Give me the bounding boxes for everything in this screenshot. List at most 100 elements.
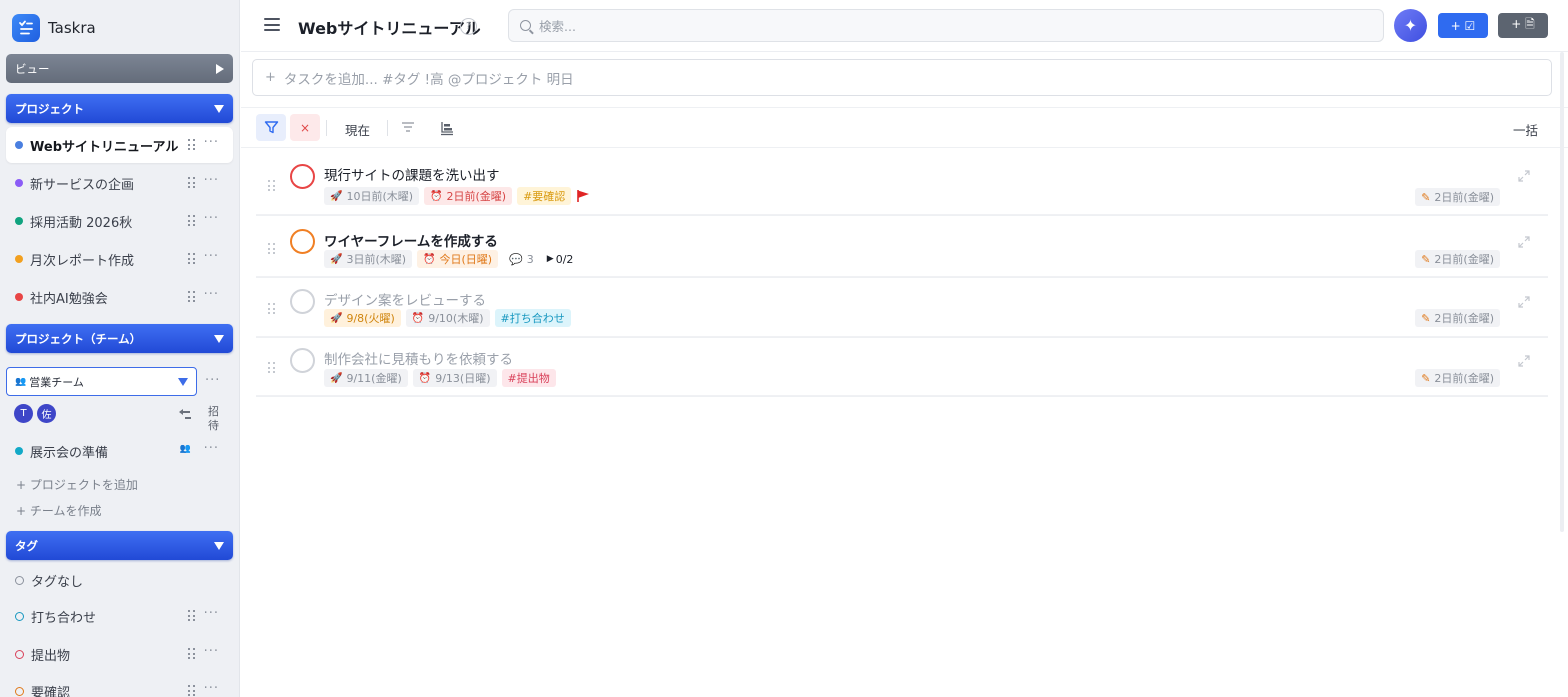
section-projects-label: プロジェクト <box>15 101 84 116</box>
section-view-toggle[interactable]: ビュー <box>6 54 233 83</box>
task-title[interactable]: ワイヤーフレームを作成する <box>324 230 498 250</box>
add-task-button[interactable]: + ☑ <box>1438 13 1488 38</box>
drag-handle-icon[interactable] <box>188 253 196 265</box>
quick-add-task-input[interactable]: + タスクを追加... #タグ !高 @プロジェクト 明日 <box>252 59 1552 96</box>
more-options-icon[interactable]: ··· <box>204 287 219 302</box>
toolbar-divider <box>326 120 327 136</box>
dropdown-chevron-icon <box>178 378 188 386</box>
avatar[interactable]: T <box>14 404 33 423</box>
drag-handle-icon[interactable] <box>188 215 196 227</box>
menu-icon[interactable] <box>264 18 280 31</box>
sidebar-project-label: 社内AI勉強会 <box>30 291 108 307</box>
bulk-edit-button[interactable]: 一括 <box>1513 120 1538 139</box>
section-team-projects-toggle[interactable]: プロジェクト（チーム） <box>6 324 233 353</box>
start-date-chip[interactable]: 🚀 10日前(木曜) <box>324 187 420 205</box>
task-complete-checkbox[interactable] <box>290 229 315 254</box>
more-options-icon[interactable]: ··· <box>204 441 219 456</box>
filter-button[interactable] <box>256 114 286 141</box>
task-complete-checkbox[interactable] <box>290 164 315 189</box>
more-options-icon[interactable]: ··· <box>204 173 219 188</box>
task-row[interactable]: デザイン案をレビューする 🚀 9/8(火曜) ⏰ 9/10(木曜) #打ち合わせ ✎… <box>256 281 1548 337</box>
start-date-chip[interactable]: 🚀 3日前(木曜) <box>324 250 413 268</box>
task-title[interactable]: 制作会社に見積もりを依頼する <box>324 348 513 368</box>
due-date-chip[interactable]: ⏰ 2日前(金曜) <box>424 187 513 205</box>
tag-chip[interactable]: #要確認 <box>517 187 572 205</box>
drag-handle-icon[interactable] <box>188 648 196 660</box>
drag-handle-icon[interactable] <box>188 291 196 303</box>
clear-filter-button[interactable]: × <box>290 114 320 141</box>
drag-handle-icon[interactable] <box>188 139 196 151</box>
more-options-icon[interactable]: ··· <box>204 681 219 696</box>
help-icon[interactable]: ? <box>460 18 477 35</box>
drag-handle-icon[interactable] <box>188 177 196 189</box>
task-row[interactable]: 制作会社に見積もりを依頼する 🚀 9/11(金曜) ⏰ 9/13(日曜) #提出物 … <box>256 340 1548 396</box>
expand-icon[interactable] <box>1518 236 1530 248</box>
more-options-icon[interactable]: ··· <box>204 644 219 659</box>
due-date-chip[interactable]: ⏰ 今日(日曜) <box>417 250 499 268</box>
task-title[interactable]: デザイン案をレビューする <box>324 289 486 309</box>
sidebar-tag-label: 要確認 <box>31 685 71 697</box>
ai-assistant-button[interactable]: ✦ <box>1394 9 1427 42</box>
sidebar-tag-label: 打ち合わせ <box>31 610 97 626</box>
avatar[interactable]: 佐 <box>37 404 56 423</box>
section-tags-toggle[interactable]: タグ <box>6 531 233 560</box>
add-document-button[interactable]: + 🗎 <box>1498 13 1548 38</box>
brand[interactable]: Taskra <box>12 14 96 42</box>
search-input[interactable]: 検索... <box>508 9 1384 42</box>
sidebar-project-ai-study[interactable]: 社内AI勉強会 ··· <box>6 279 233 315</box>
sidebar-team-project-exhibition[interactable]: 展示会の準備 👥 ··· <box>6 433 233 469</box>
team-more-options-icon[interactable]: ··· <box>205 373 220 388</box>
section-projects-toggle[interactable]: プロジェクト <box>6 94 233 123</box>
expand-icon[interactable] <box>1518 170 1530 182</box>
drag-handle-icon[interactable] <box>268 362 276 374</box>
task-toolbar: × 現在 一括 <box>241 107 1568 148</box>
sidebar-tag-needs-check[interactable]: 要確認 ··· <box>6 673 233 697</box>
now-filter-button[interactable]: 現在 <box>345 120 370 139</box>
drag-handle-icon[interactable] <box>188 685 196 697</box>
project-color-dot <box>15 217 23 225</box>
drag-handle-icon[interactable] <box>188 610 196 622</box>
drag-handle-icon[interactable] <box>268 180 276 192</box>
add-project-link[interactable]: + プロジェクトを追加 <box>16 476 138 493</box>
expand-icon[interactable] <box>1518 355 1530 367</box>
sidebar-tag-deliverable[interactable]: 提出物 ··· <box>6 636 233 672</box>
task-title[interactable]: 現行サイトの課題を洗い出す <box>324 164 500 184</box>
sidebar-tag-none[interactable]: タグなし <box>6 562 233 598</box>
task-complete-checkbox[interactable] <box>290 348 315 373</box>
sidebar-project-monthly-report[interactable]: 月次レポート作成 ··· <box>6 241 233 277</box>
task-complete-checkbox[interactable] <box>290 289 315 314</box>
more-options-icon[interactable]: ··· <box>204 606 219 621</box>
due-date-chip[interactable]: ⏰ 9/13(日曜) <box>412 369 497 387</box>
sidebar-project-web-renewal[interactable]: Webサイトリニューアル ··· <box>6 127 233 163</box>
task-meta: 🚀 3日前(木曜) ⏰ 今日(日曜) 💬 3 ▶ 0/2 <box>324 250 573 268</box>
collapse-down-icon <box>214 541 224 550</box>
task-row[interactable]: ワイヤーフレームを作成する 🚀 3日前(木曜) ⏰ 今日(日曜) 💬 3 ▶ 0/2 ✎… <box>256 219 1548 277</box>
subtasks-toggle[interactable]: ▶ 0/2 <box>547 253 574 266</box>
sidebar-project-new-service[interactable]: 新サービスの企画 ··· <box>6 165 233 201</box>
expand-icon[interactable] <box>1518 296 1530 308</box>
drag-handle-icon[interactable] <box>268 303 276 315</box>
due-date-chip[interactable]: ⏰ 9/10(木曜) <box>405 309 490 327</box>
start-date-chip[interactable]: 🚀 9/11(金曜) <box>324 369 408 387</box>
create-team-link[interactable]: + チームを作成 <box>16 502 102 519</box>
rocket-icon: 🚀 <box>330 190 343 202</box>
group-by-icon[interactable] <box>440 120 454 136</box>
team-select[interactable]: 👥 営業チーム <box>6 367 197 396</box>
task-row[interactable]: 現行サイトの課題を洗い出す 🚀 10日前(木曜) ⏰ 2日前(金曜) #要確認 ✎ 2… <box>256 155 1548 215</box>
more-options-icon[interactable]: ··· <box>204 211 219 226</box>
tag-chip[interactable]: #打ち合わせ <box>494 309 571 327</box>
sort-icon[interactable] <box>401 120 415 134</box>
more-options-icon[interactable]: ··· <box>204 249 219 264</box>
pencil-icon: ✎ <box>1421 371 1431 385</box>
drag-handle-icon[interactable] <box>268 243 276 255</box>
tag-chip[interactable]: #提出物 <box>501 369 556 387</box>
sidebar-project-recruiting[interactable]: 採用活動 2026秋 ··· <box>6 203 233 239</box>
start-date-chip[interactable]: 🚀 9/8(火曜) <box>324 309 401 327</box>
scrollbar[interactable] <box>1560 52 1564 532</box>
more-options-icon[interactable]: ··· <box>204 135 219 150</box>
comments-count[interactable]: 💬 3 <box>509 253 534 266</box>
invite-button[interactable]: 招待 <box>208 405 220 433</box>
priority-flag-icon[interactable] <box>576 189 590 203</box>
leave-team-icon[interactable] <box>178 407 192 421</box>
sidebar-tag-meeting[interactable]: 打ち合わせ ··· <box>6 598 233 634</box>
